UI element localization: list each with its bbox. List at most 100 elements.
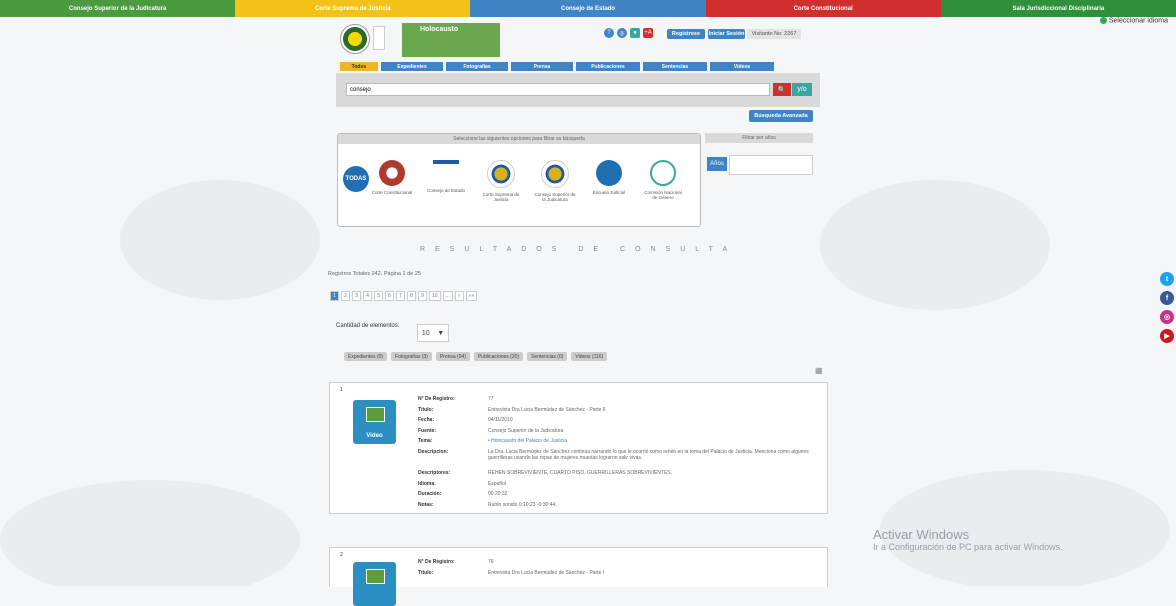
rama-judicial-logo[interactable] <box>340 24 370 54</box>
font-size-icon[interactable]: +A <box>643 28 653 38</box>
result-index: 1 <box>340 387 344 393</box>
login-button[interactable]: Iniciar Sesión <box>708 29 745 39</box>
type-tab-videos[interactable]: Videos (116) <box>571 352 608 361</box>
page-button[interactable]: 5 <box>374 291 383 301</box>
and-or-button[interactable]: y/o <box>792 83 812 96</box>
activation-subtitle: Ir a Configuración de PC para activar Wi… <box>873 542 1063 552</box>
filter-title: Seleccione las siguientes opciones para … <box>338 134 700 144</box>
quantity-label: Cantidad de elementos: <box>336 323 400 329</box>
filter-consejo-estado[interactable]: Consejo de Estado <box>425 160 467 193</box>
register-button[interactable]: Registrese <box>667 29 705 39</box>
field-value: La Dra. Lucia Bermúdez de Sánchez contin… <box>488 448 809 461</box>
record-field: Notas: Rutón sonido 0:10:23 -0:30:44. <box>418 502 818 514</box>
record-field: Descriptores: REHÉN SOBREVIVIENTE, CUARTO… <box>418 469 818 482</box>
type-tab-fotografias[interactable]: Fotografías (3) <box>391 352 432 361</box>
years-button[interactable]: Años <box>707 157 727 171</box>
field-value: Español <box>488 480 507 487</box>
advanced-search-button[interactable]: Búsqueda Avanzada <box>749 110 813 122</box>
filter-escuela-judicial[interactable]: Escuela Judicial <box>588 160 630 195</box>
field-key: Título: <box>418 569 434 576</box>
record-field: Duración: 00:20:32 <box>418 491 818 503</box>
grid-view-icon[interactable]: ▦ <box>815 366 823 375</box>
filter-corte-suprema[interactable]: Corte Suprema de Justicia <box>480 160 522 203</box>
help-icon[interactable]: ? <box>604 28 614 38</box>
page-button[interactable]: 4 <box>363 291 372 301</box>
institution-filter-panel: Seleccione las siguientes opciones para … <box>337 133 701 227</box>
page-button[interactable]: 9 <box>418 291 427 301</box>
field-value: 76 <box>488 559 494 565</box>
inst-link-consejo-estado[interactable]: Consejo de Estado <box>470 0 706 17</box>
last-page-button[interactable]: »» <box>465 291 478 301</box>
year-filter-title: Filtrar por años <box>705 133 813 143</box>
filter-comision-genero[interactable]: Comisión Nacional de Género <box>642 160 684 201</box>
consejo-superior-logo <box>541 160 569 188</box>
youtube-icon[interactable]: ▶ <box>1160 329 1174 343</box>
page-button[interactable]: 1 <box>330 291 339 301</box>
next-page-button[interactable]: » <box>454 291 464 301</box>
page-button[interactable]: ... <box>442 291 453 301</box>
page-button[interactable]: 7 <box>396 291 405 301</box>
tab-fotografias[interactable]: Fotografías <box>446 62 508 71</box>
quantity-select[interactable]: 10 ▼ <box>417 324 449 342</box>
results-summary: Registros Totales 242, Página 1 de 25 <box>328 271 421 277</box>
search-button[interactable]: 🔍 <box>773 83 791 96</box>
field-value: REHÉN SOBREVIVIENTE, CUARTO PISO, GUERRI… <box>488 469 673 476</box>
type-tab-sentencias[interactable]: Sentencias (0) <box>527 352 568 361</box>
search-input[interactable] <box>346 83 770 96</box>
type-tab-prensa[interactable]: Prensa (94) <box>435 352 470 361</box>
chevron-down-icon: ▼ <box>437 329 445 337</box>
inst-link-csj[interactable]: Consejo Superior de la Judicatura <box>0 0 236 17</box>
tab-sentencias[interactable]: Sentencias <box>643 62 707 71</box>
type-tab-publicaciones[interactable]: Publicaciones (20) <box>473 352 524 361</box>
record-fields: N° De Registro: 76 Título: Entrevista Dra … <box>418 559 818 582</box>
comision-genero-logo <box>650 160 676 186</box>
consejo-estado-logo <box>433 160 459 184</box>
institution-label: Escuela Judicial <box>592 190 626 195</box>
years-select[interactable] <box>729 155 813 175</box>
instagram-icon[interactable]: ◎ <box>1160 310 1174 324</box>
record-field: N° De Registro: 77 <box>418 396 818 408</box>
video-thumbnail[interactable] <box>353 562 396 606</box>
record-field: Fecha: 04/11/2010 <box>418 417 818 429</box>
inst-link-corte-constitucional[interactable]: Corte Constitucional <box>705 0 941 17</box>
institution-label: Consejo de Estado <box>426 188 466 193</box>
field-value: Entrevista Dra Lucia Bermúdez de Sánchez… <box>488 569 605 576</box>
filter-corte-constitucional[interactable]: Corte Constitucional <box>371 160 413 195</box>
tab-todos[interactable]: Todos <box>340 62 378 71</box>
record-field: Idioma: Español <box>418 480 818 493</box>
facebook-icon[interactable]: f <box>1160 291 1174 305</box>
settings-icon[interactable]: ◎ <box>617 28 627 38</box>
twitter-icon[interactable]: t <box>1160 272 1174 286</box>
institution-label: Consejo Superior de la Judicatura <box>534 192 576 203</box>
brand-title: Holocausto <box>420 26 459 33</box>
location-icon[interactable]: ● <box>630 28 640 38</box>
torch-logo <box>373 26 385 50</box>
filter-all-button[interactable]: TODAS <box>343 166 369 192</box>
video-thumbnail[interactable]: Video <box>353 400 396 444</box>
tab-expedientes[interactable]: Expedientes <box>381 62 443 71</box>
inst-link-sala-disciplinaria[interactable]: Sala Jurisdiccional Disciplinaria <box>940 0 1176 17</box>
institution-bar: Consejo Superior de la Judicatura Corte … <box>0 0 1176 17</box>
result-card: 2 N° De Registro: 76 Título: Entrevista Dr… <box>329 547 828 606</box>
record-field: Título: Entrevista Dra Lucia Bermúdez de … <box>418 407 818 419</box>
filter-consejo-superior[interactable]: Consejo Superior de la Judicatura <box>534 160 576 203</box>
language-selector[interactable]: Seleccionar idioma <box>1099 17 1168 24</box>
holocausto-banner: Holocausto <box>402 23 500 57</box>
institution-label: Comisión Nacional de Género <box>644 190 682 201</box>
page-button[interactable]: 2 <box>341 291 350 301</box>
type-tab-expedientes[interactable]: Expedientes (0) <box>344 352 388 361</box>
corte-suprema-logo <box>487 160 515 188</box>
tab-videos[interactable]: Videos <box>710 62 774 71</box>
tab-publicaciones[interactable]: Publicaciones <box>576 62 640 71</box>
search-panel: 🔍 y/o <box>336 73 820 107</box>
inst-link-corte-suprema[interactable]: Corte Suprema de Justicia <box>235 0 471 17</box>
page-button[interactable]: 3 <box>352 291 361 301</box>
content-tabs: Todos Expedientes Fotografías Prensa Pub… <box>340 62 774 71</box>
search-icon: 🔍 <box>777 86 787 94</box>
field-key: N° De Registro: <box>418 559 455 565</box>
tab-prensa[interactable]: Prensa <box>511 62 573 71</box>
page-button[interactable]: 6 <box>385 291 394 301</box>
page-button[interactable]: 8 <box>407 291 416 301</box>
record-field: Título: Entrevista Dra Lucia Bermúdez de … <box>418 569 818 582</box>
page-button[interactable]: 10 <box>429 291 441 301</box>
